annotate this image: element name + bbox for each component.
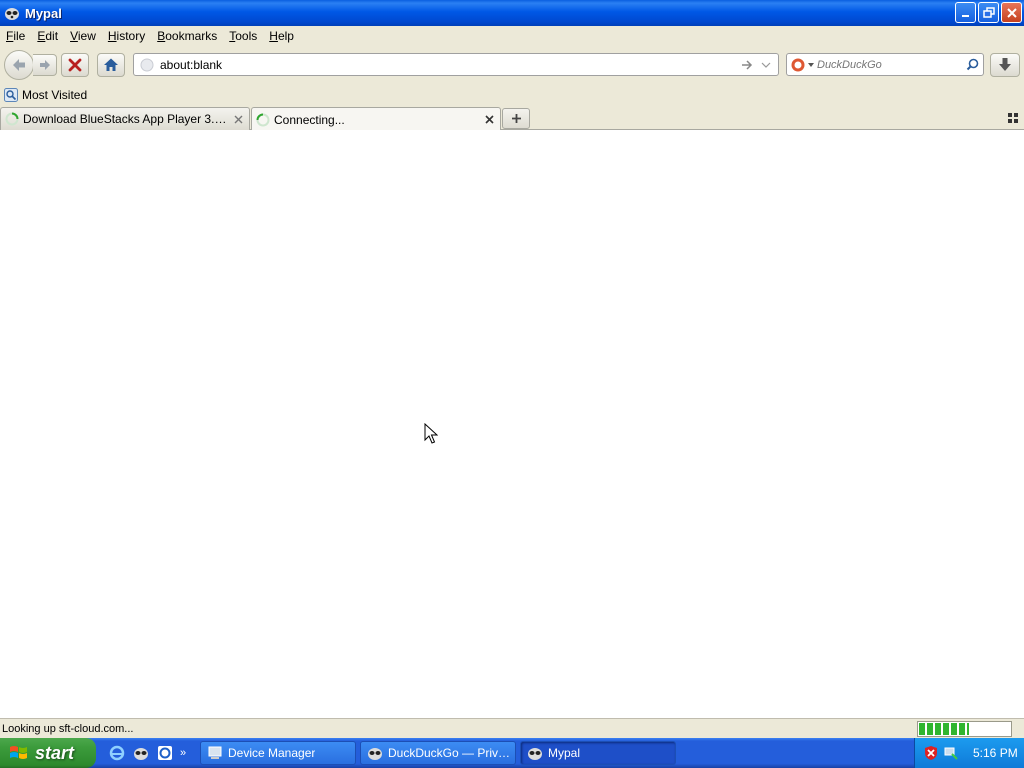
network-icon[interactable] (943, 745, 959, 761)
arrow-right-icon (39, 60, 50, 70)
window-titlebar[interactable]: Mypal (0, 0, 1024, 26)
loading-spinner-icon (256, 113, 270, 126)
menu-help[interactable]: Help (263, 29, 300, 43)
device-manager-icon (208, 746, 222, 759)
menu-tools[interactable]: Tools (223, 29, 263, 43)
most-visited-icon (4, 88, 18, 102)
list-all-tabs-button[interactable] (1006, 111, 1020, 125)
stop-button[interactable] (61, 53, 89, 77)
tab-label: Download BlueStacks App Player 3.7.21...… (23, 112, 230, 126)
windows-flag-icon (10, 746, 27, 759)
tab-connecting[interactable]: Connecting... (251, 107, 501, 131)
bookmarks-toolbar: Most Visited (0, 84, 1024, 106)
page-globe-icon (140, 58, 154, 71)
page-content[interactable] (0, 130, 1024, 718)
close-icon (1006, 7, 1017, 18)
tab-bluestacks[interactable]: Download BlueStacks App Player 3.7.21...… (0, 107, 250, 130)
clock: 5:16 PM (973, 746, 1018, 760)
back-button[interactable] (4, 50, 34, 80)
home-button[interactable] (97, 53, 125, 77)
bookmark-label: Most Visited (22, 88, 88, 102)
start-button[interactable]: start (0, 738, 96, 768)
mypal-icon (368, 748, 382, 760)
tab-label: Connecting... (274, 112, 345, 127)
tab-strip: Download BlueStacks App Player 3.7.21...… (0, 106, 1024, 131)
stop-x-icon (68, 58, 82, 72)
window-title: Mypal (25, 5, 62, 21)
url-history-dropdown[interactable] (758, 61, 774, 69)
task-duckduckgo[interactable]: DuckDuckGo — Privac... (360, 741, 516, 765)
close-icon (484, 115, 494, 124)
url-input[interactable] (160, 57, 738, 72)
task-label: Mypal (548, 746, 581, 760)
loading-spinner-icon (5, 112, 19, 126)
search-input[interactable] (817, 58, 961, 71)
menu-edit[interactable]: Edit (31, 29, 64, 43)
task-device-manager[interactable]: Device Manager (200, 741, 356, 765)
home-icon (104, 58, 118, 71)
url-bar[interactable] (133, 53, 779, 76)
go-button[interactable] (738, 59, 756, 71)
grid-icon (1008, 113, 1018, 123)
start-label: start (35, 742, 75, 763)
search-button[interactable] (961, 58, 983, 71)
task-label: DuckDuckGo — Privac... (388, 746, 515, 760)
search-bar[interactable] (786, 53, 984, 76)
go-arrow-icon (742, 59, 753, 70)
plus-icon (511, 114, 521, 123)
close-tab-button[interactable] (481, 112, 497, 128)
taskbar: start » Device Manager DuckDuckGo — Priv… (0, 738, 1024, 768)
task-label: Device Manager (228, 746, 316, 760)
restore-icon (982, 6, 995, 18)
mouse-cursor-icon (424, 423, 438, 444)
menu-file[interactable]: File (0, 29, 31, 43)
search-icon (966, 58, 978, 71)
bookmark-most-visited[interactable]: Most Visited (4, 88, 87, 102)
mypal-icon[interactable] (132, 744, 150, 762)
forward-button[interactable] (33, 54, 57, 76)
raccoon-icon (5, 8, 19, 20)
task-mypal[interactable]: Mypal (520, 741, 676, 765)
ie-alt-icon[interactable] (156, 744, 174, 762)
chevron-down-icon (807, 62, 814, 67)
menu-bar: File Edit View History Bookmarks Tools H… (0, 26, 1024, 46)
navigation-toolbar (0, 46, 1024, 84)
mypal-icon (528, 748, 542, 760)
page-load-progress (917, 721, 1012, 737)
status-bar: Looking up sft-cloud.com... (0, 718, 1024, 738)
close-window-button[interactable] (1001, 2, 1022, 23)
chevron-down-icon (761, 62, 771, 68)
menu-history[interactable]: History (102, 29, 151, 43)
quick-launch-more[interactable]: » (180, 747, 186, 759)
restore-button[interactable] (978, 2, 999, 23)
download-arrow-icon (999, 58, 1011, 71)
menu-view[interactable]: View (64, 29, 102, 43)
progress-fill (919, 723, 970, 735)
quick-launch: » (108, 744, 200, 762)
new-tab-button[interactable] (502, 108, 530, 129)
close-tab-button[interactable] (230, 111, 246, 127)
close-icon (234, 115, 242, 123)
downloads-button[interactable] (990, 53, 1020, 77)
security-shield-icon[interactable] (923, 745, 939, 761)
arrow-left-icon (13, 59, 25, 71)
search-engine-selector[interactable] (787, 54, 817, 75)
minimize-icon (961, 14, 969, 17)
system-tray: 5:16 PM (914, 738, 1024, 768)
menu-bookmarks[interactable]: Bookmarks (151, 29, 223, 43)
duckduckgo-icon (791, 58, 804, 71)
status-text: Looking up sft-cloud.com... (2, 722, 134, 735)
internet-explorer-icon[interactable] (108, 744, 126, 762)
minimize-button[interactable] (955, 2, 976, 23)
